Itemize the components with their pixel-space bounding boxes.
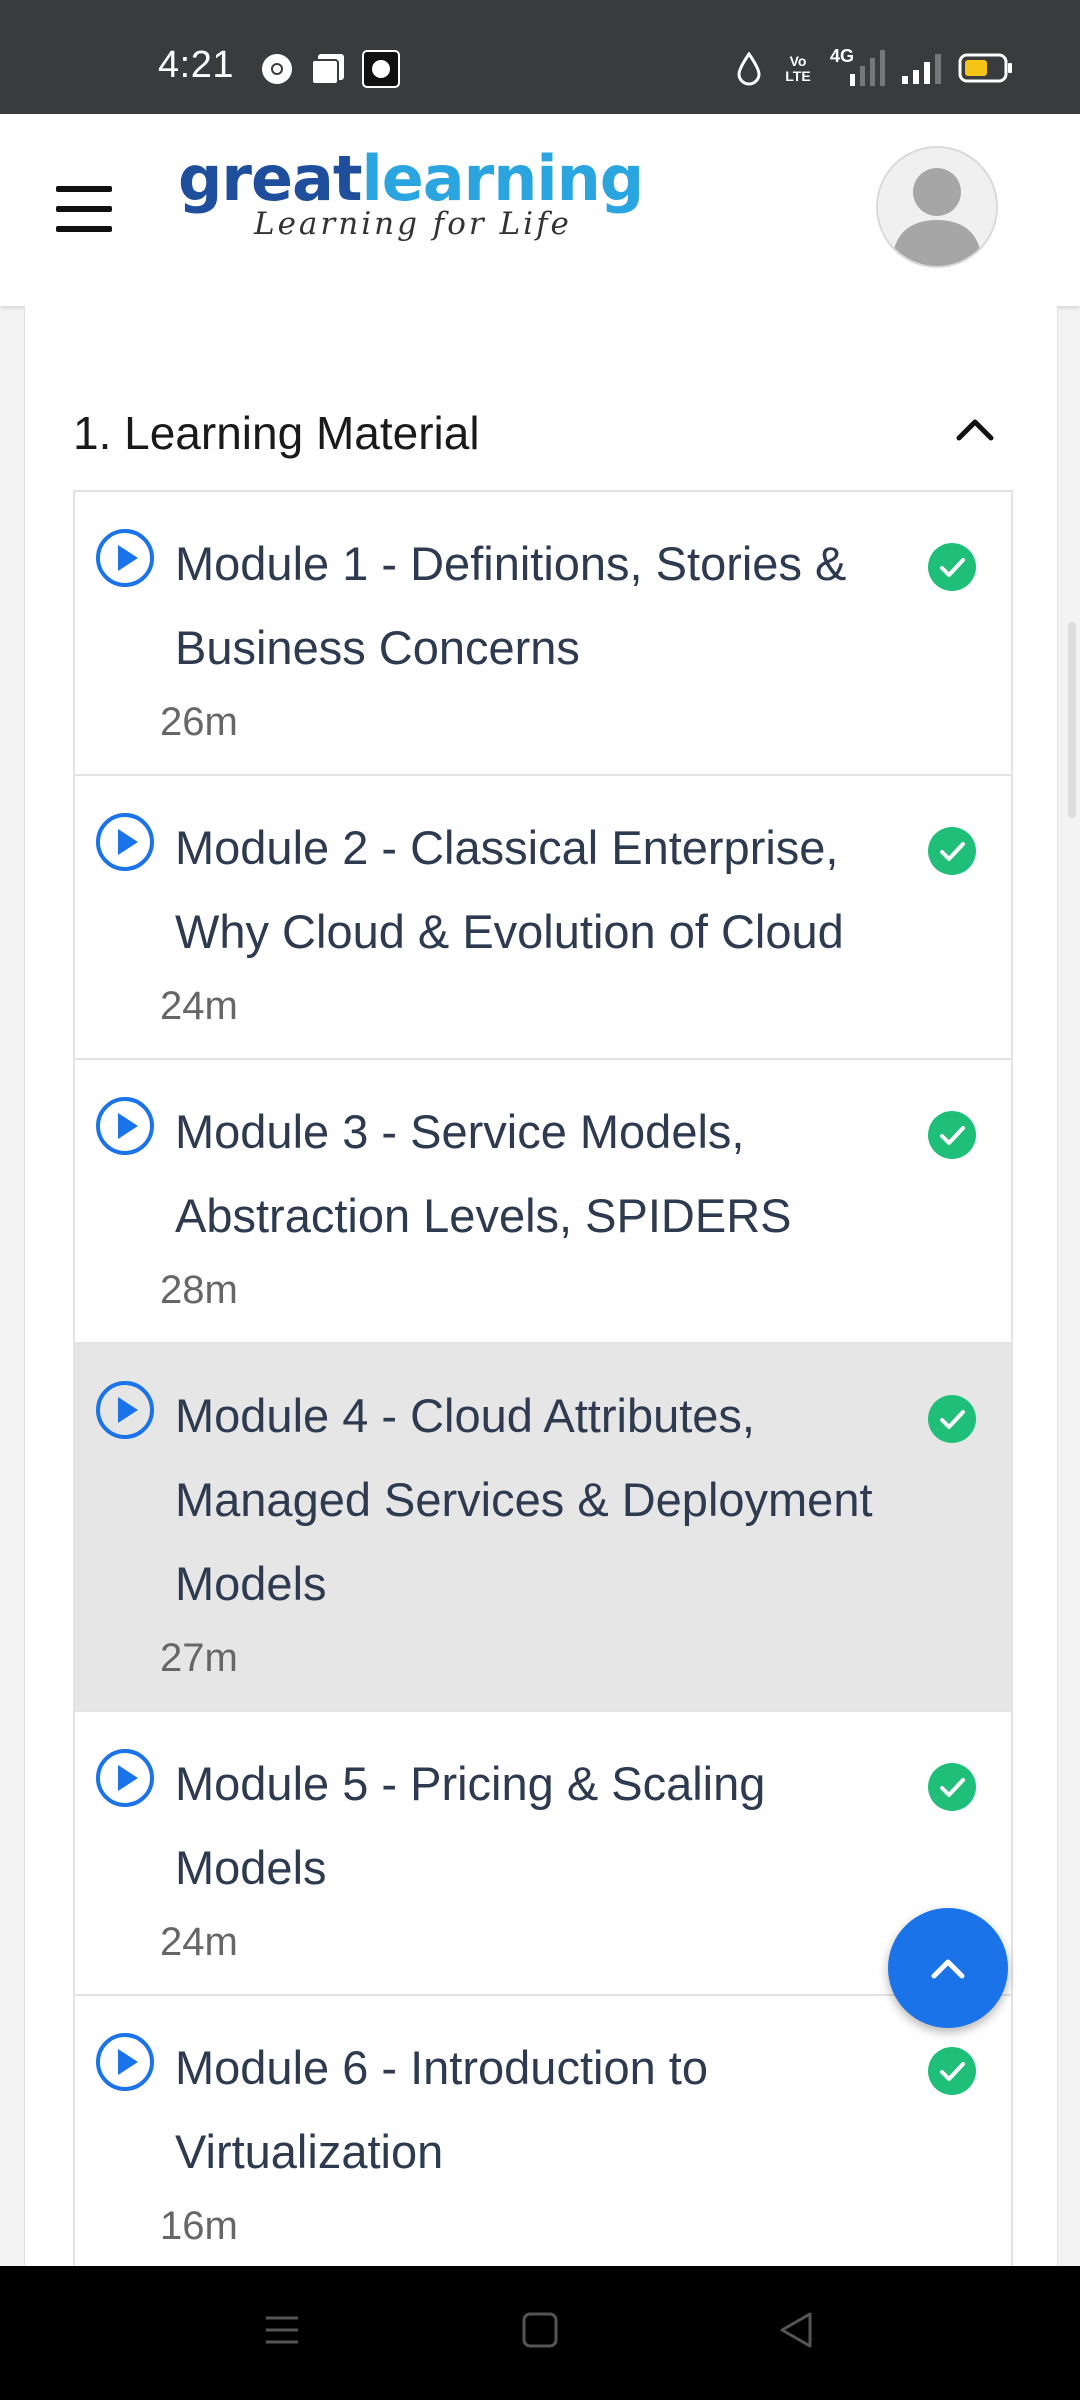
check-icon — [927, 826, 977, 876]
app-header: greatlearning Learning for Life — [0, 114, 1080, 306]
app-icon — [362, 50, 400, 88]
recents-icon[interactable] — [262, 2310, 302, 2355]
chrome-icon — [260, 52, 294, 86]
section-title: 1. Learning Material — [73, 407, 480, 459]
play-icon[interactable] — [95, 2032, 155, 2092]
module-list: Module 1 - Definitions, Stories & Busine… — [73, 490, 1013, 2280]
chevron-up-icon[interactable] — [951, 406, 999, 454]
home-icon[interactable] — [520, 2310, 560, 2355]
module-duration: 24m — [160, 1920, 238, 1964]
play-icon[interactable] — [95, 1748, 155, 1808]
check-icon — [927, 542, 977, 592]
module-duration: 26m — [160, 700, 238, 744]
module-duration: 27m — [160, 1636, 238, 1680]
status-bar: 4:21 Vo LTE 4G — [0, 0, 1080, 114]
module-row[interactable]: Module 2 - Classical Enterprise, Why Clo… — [75, 776, 1011, 1060]
menu-icon[interactable] — [56, 186, 112, 232]
status-time: 4:21 — [158, 44, 234, 86]
play-icon[interactable] — [95, 812, 155, 872]
photos-icon — [310, 52, 346, 86]
brand-part1: great — [178, 142, 362, 215]
signal-icon — [900, 50, 944, 86]
avatar[interactable] — [876, 146, 998, 268]
chevron-up-icon — [931, 1959, 965, 1979]
check-icon — [927, 1762, 977, 1812]
check-icon — [927, 1394, 977, 1444]
module-title: Module 1 - Definitions, Stories & Busine… — [175, 537, 847, 674]
module-title: Module 6 - Introduction to Virtualizatio… — [175, 2041, 708, 2178]
brand-name: greatlearning — [178, 142, 644, 215]
module-row[interactable]: Module 4 - Cloud Attributes, Managed Ser… — [75, 1344, 1011, 1712]
battery-icon — [958, 52, 1014, 84]
module-duration: 24m — [160, 984, 238, 1028]
module-duration: 28m — [160, 1268, 238, 1312]
back-icon[interactable] — [776, 2310, 816, 2355]
brand-logo[interactable]: greatlearning Learning for Life — [178, 142, 644, 243]
play-icon[interactable] — [95, 528, 155, 588]
module-title: Module 3 - Service Models, Abstraction L… — [175, 1105, 792, 1242]
network-label: 4G — [830, 46, 855, 66]
module-row[interactable]: Module 1 - Definitions, Stories & Busine… — [75, 492, 1011, 776]
volte-label: Vo LTE — [785, 53, 811, 84]
4g-signal-icon: 4G — [828, 46, 888, 88]
user-avatar-icon — [878, 148, 996, 266]
check-icon — [927, 2046, 977, 2096]
volte-icon: Vo LTE — [778, 50, 818, 88]
module-title: Module 5 - Pricing & Scaling Models — [175, 1757, 766, 1894]
module-title: Module 2 - Classical Enterprise, Why Clo… — [175, 821, 844, 958]
data-saver-icon — [736, 52, 762, 86]
play-icon[interactable] — [95, 1096, 155, 1156]
module-row[interactable]: Module 6 - Introduction to Virtualizatio… — [75, 1996, 1011, 2280]
system-nav-bar — [0, 2266, 1080, 2400]
check-icon — [927, 1110, 977, 1160]
module-row[interactable]: Module 3 - Service Models, Abstraction L… — [75, 1060, 1011, 1344]
module-title: Module 4 - Cloud Attributes, Managed Ser… — [175, 1389, 873, 1610]
scroll-to-top-button[interactable] — [888, 1908, 1008, 2028]
module-row[interactable]: Module 5 - Pricing & Scaling Models 24m — [75, 1712, 1011, 1996]
play-icon[interactable] — [95, 1380, 155, 1440]
brand-part2: learning — [361, 142, 644, 215]
scrollbar-thumb[interactable] — [1068, 622, 1076, 818]
